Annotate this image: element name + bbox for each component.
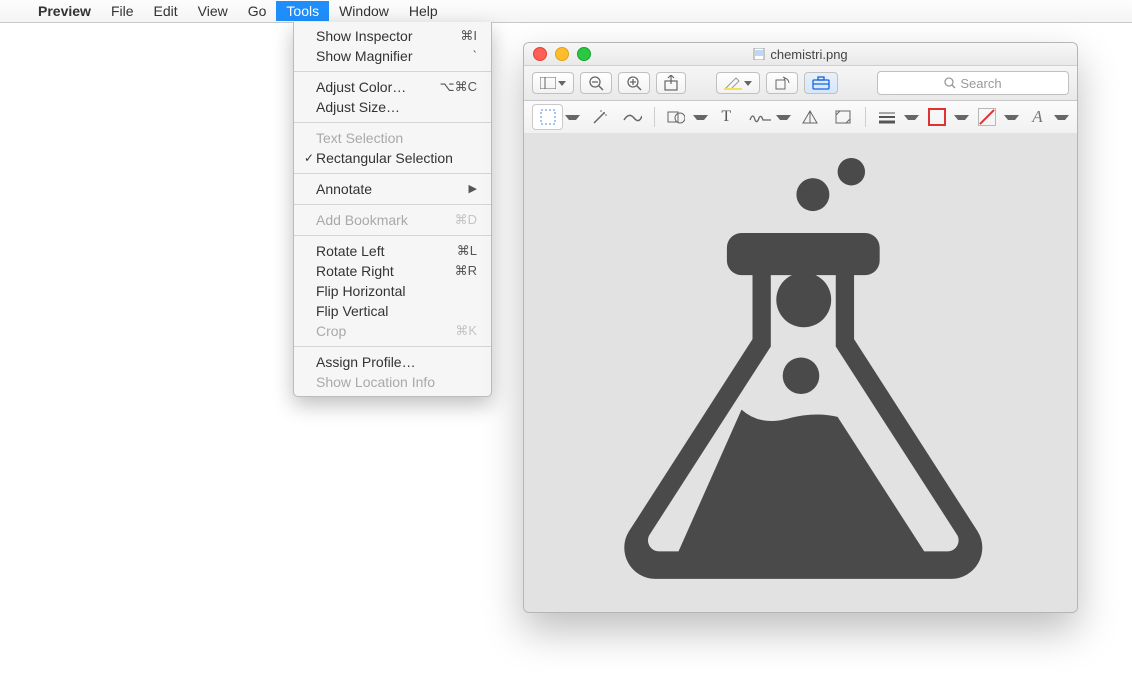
- border-color-tool[interactable]: [923, 105, 952, 129]
- chevron-down-icon[interactable]: [1004, 115, 1019, 120]
- menu-separator: [294, 71, 491, 72]
- tools-dropdown: Show Inspector⌘I Show Magnifier` Adjust …: [293, 22, 492, 397]
- menu-separator: [294, 173, 491, 174]
- border-color-swatch: [928, 108, 946, 126]
- menu-help[interactable]: Help: [399, 1, 448, 21]
- menu-edit[interactable]: Edit: [144, 1, 188, 21]
- menu-flip-horizontal[interactable]: Flip Horizontal: [294, 281, 491, 301]
- menu-text-selection: Text Selection: [294, 128, 491, 148]
- menu-go[interactable]: Go: [238, 1, 277, 21]
- fill-color-swatch: [978, 108, 996, 126]
- menubar: Preview File Edit View Go Tools Window H…: [0, 0, 1132, 23]
- main-toolbar: Search: [524, 66, 1077, 101]
- share-icon: [664, 75, 678, 91]
- signature-icon: [749, 110, 771, 124]
- text-style-tool[interactable]: A: [1023, 105, 1052, 129]
- text-tool[interactable]: T: [712, 105, 741, 129]
- menu-tools[interactable]: Tools: [276, 1, 329, 21]
- menu-separator: [294, 204, 491, 205]
- menu-adjust-color[interactable]: Adjust Color…⌥⌘C: [294, 77, 491, 97]
- chevron-down-icon: [744, 81, 752, 86]
- chevron-down-icon[interactable]: [693, 115, 708, 120]
- menu-show-magnifier[interactable]: Show Magnifier`: [294, 46, 491, 66]
- fill-color-tool[interactable]: [973, 105, 1002, 129]
- font-icon: A: [1032, 107, 1042, 127]
- rotate-button[interactable]: [766, 72, 798, 94]
- selection-icon: [540, 109, 556, 125]
- markup-toolbar: T A: [524, 101, 1077, 134]
- wand-icon: [590, 109, 608, 125]
- chevron-down-icon[interactable]: [954, 115, 969, 120]
- image-canvas[interactable]: [524, 133, 1077, 612]
- rotate-icon: [774, 76, 790, 90]
- shapes-tool[interactable]: [662, 105, 691, 129]
- menu-separator: [294, 235, 491, 236]
- menu-file[interactable]: File: [101, 1, 144, 21]
- prism-icon: [801, 109, 819, 125]
- resize-icon: [834, 109, 852, 125]
- menu-rectangular-selection[interactable]: ✓Rectangular Selection: [294, 148, 491, 168]
- toolbar-divider: [865, 107, 866, 127]
- chevron-down-icon: [558, 81, 566, 86]
- menu-crop: Crop⌘K: [294, 321, 491, 341]
- chemistry-flask-image: [586, 158, 1016, 588]
- menu-flip-vertical[interactable]: Flip Vertical: [294, 301, 491, 321]
- zoom-in-icon: [626, 75, 642, 91]
- view-mode-button[interactable]: [532, 72, 574, 94]
- toolbox-icon: [812, 76, 830, 90]
- zoom-out-button[interactable]: [580, 72, 612, 94]
- titlebar[interactable]: chemistri.png: [524, 43, 1077, 66]
- menu-adjust-size[interactable]: Adjust Size…: [294, 97, 491, 117]
- sidebar-icon: [540, 77, 556, 89]
- search-placeholder: Search: [960, 76, 1001, 91]
- window-title-text: chemistri.png: [770, 47, 847, 62]
- menu-rotate-right[interactable]: Rotate Right⌘R: [294, 261, 491, 281]
- chevron-down-icon[interactable]: [565, 115, 580, 120]
- menu-show-location-info: Show Location Info: [294, 372, 491, 392]
- highlighter-icon: [724, 76, 742, 90]
- pencil-icon: [622, 110, 642, 124]
- menu-annotate[interactable]: Annotate▶: [294, 179, 491, 199]
- zoom-out-icon: [588, 75, 604, 91]
- chevron-down-icon[interactable]: [776, 115, 791, 120]
- text-icon: T: [721, 108, 731, 126]
- chevron-down-icon[interactable]: [904, 115, 919, 120]
- line-style-tool[interactable]: [872, 105, 901, 129]
- menu-rotate-left[interactable]: Rotate Left⌘L: [294, 241, 491, 261]
- shapes-icon: [667, 109, 685, 125]
- menu-separator: [294, 346, 491, 347]
- adjust-color-tool[interactable]: [795, 105, 824, 129]
- sign-tool[interactable]: [745, 105, 774, 129]
- preview-window: chemistri.png Search: [523, 42, 1078, 613]
- toolbar-divider: [654, 107, 655, 127]
- share-button[interactable]: [656, 72, 686, 94]
- menu-add-bookmark: Add Bookmark⌘D: [294, 210, 491, 230]
- selection-tool[interactable]: [532, 104, 563, 130]
- sketch-tool[interactable]: [617, 105, 646, 129]
- search-icon: [944, 77, 956, 89]
- search-field[interactable]: Search: [877, 71, 1069, 95]
- highlight-button[interactable]: [716, 72, 760, 94]
- chevron-down-icon[interactable]: [1054, 115, 1069, 120]
- file-icon: [753, 48, 765, 60]
- instant-alpha-tool[interactable]: [584, 105, 613, 129]
- menu-window[interactable]: Window: [329, 1, 399, 21]
- adjust-size-tool[interactable]: [828, 105, 857, 129]
- menu-show-inspector[interactable]: Show Inspector⌘I: [294, 26, 491, 46]
- app-menu[interactable]: Preview: [28, 1, 101, 21]
- markup-button[interactable]: [804, 72, 838, 94]
- window-title: chemistri.png: [524, 47, 1077, 62]
- zoom-in-button[interactable]: [618, 72, 650, 94]
- menu-separator: [294, 122, 491, 123]
- menu-assign-profile[interactable]: Assign Profile…: [294, 352, 491, 372]
- menu-view[interactable]: View: [188, 1, 238, 21]
- line-weight-icon: [878, 110, 896, 124]
